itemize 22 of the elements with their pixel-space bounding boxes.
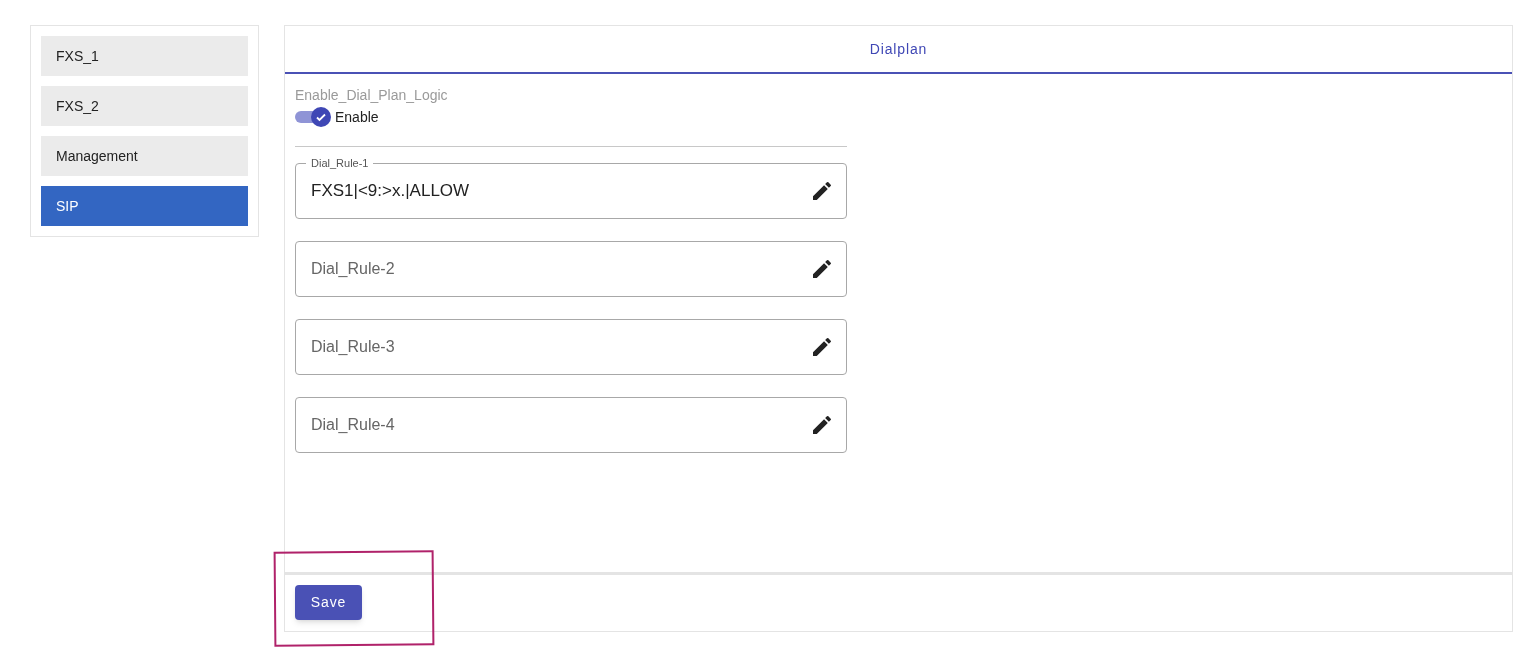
- edit-icon[interactable]: [810, 335, 834, 359]
- text-field[interactable]: Dial_Rule-3: [295, 319, 847, 375]
- field-value: FXS1|<9:>x.|ALLOW: [311, 180, 471, 203]
- text-field[interactable]: Dial_Rule-2: [295, 241, 847, 297]
- sidebar-item[interactable]: SIP: [41, 186, 248, 226]
- field-label: Dial_Rule-4: [311, 415, 396, 435]
- edit-icon[interactable]: [810, 257, 834, 281]
- tab[interactable]: Dialplan: [285, 26, 1512, 74]
- toggle-switch[interactable]: [295, 107, 331, 127]
- edit-icon[interactable]: [810, 413, 834, 437]
- switch-label: Enable: [335, 107, 379, 127]
- text-field[interactable]: Dial_Rule-4: [295, 397, 847, 453]
- check-icon: [315, 111, 327, 123]
- edit-icon[interactable]: [810, 179, 834, 203]
- field-label: Dial_Rule-1: [306, 156, 374, 170]
- save-button[interactable]: Save: [295, 585, 362, 620]
- field-label: Dial_Rule-2: [311, 259, 396, 279]
- field-label: Enable_Dial_Plan_Logic: [295, 86, 449, 104]
- sidebar-item[interactable]: FXS_1: [41, 36, 248, 76]
- sidebar-item[interactable]: FXS_2: [41, 86, 248, 126]
- field-label: Dial_Rule-3: [311, 337, 396, 357]
- sidebar-item[interactable]: Management: [41, 136, 248, 176]
